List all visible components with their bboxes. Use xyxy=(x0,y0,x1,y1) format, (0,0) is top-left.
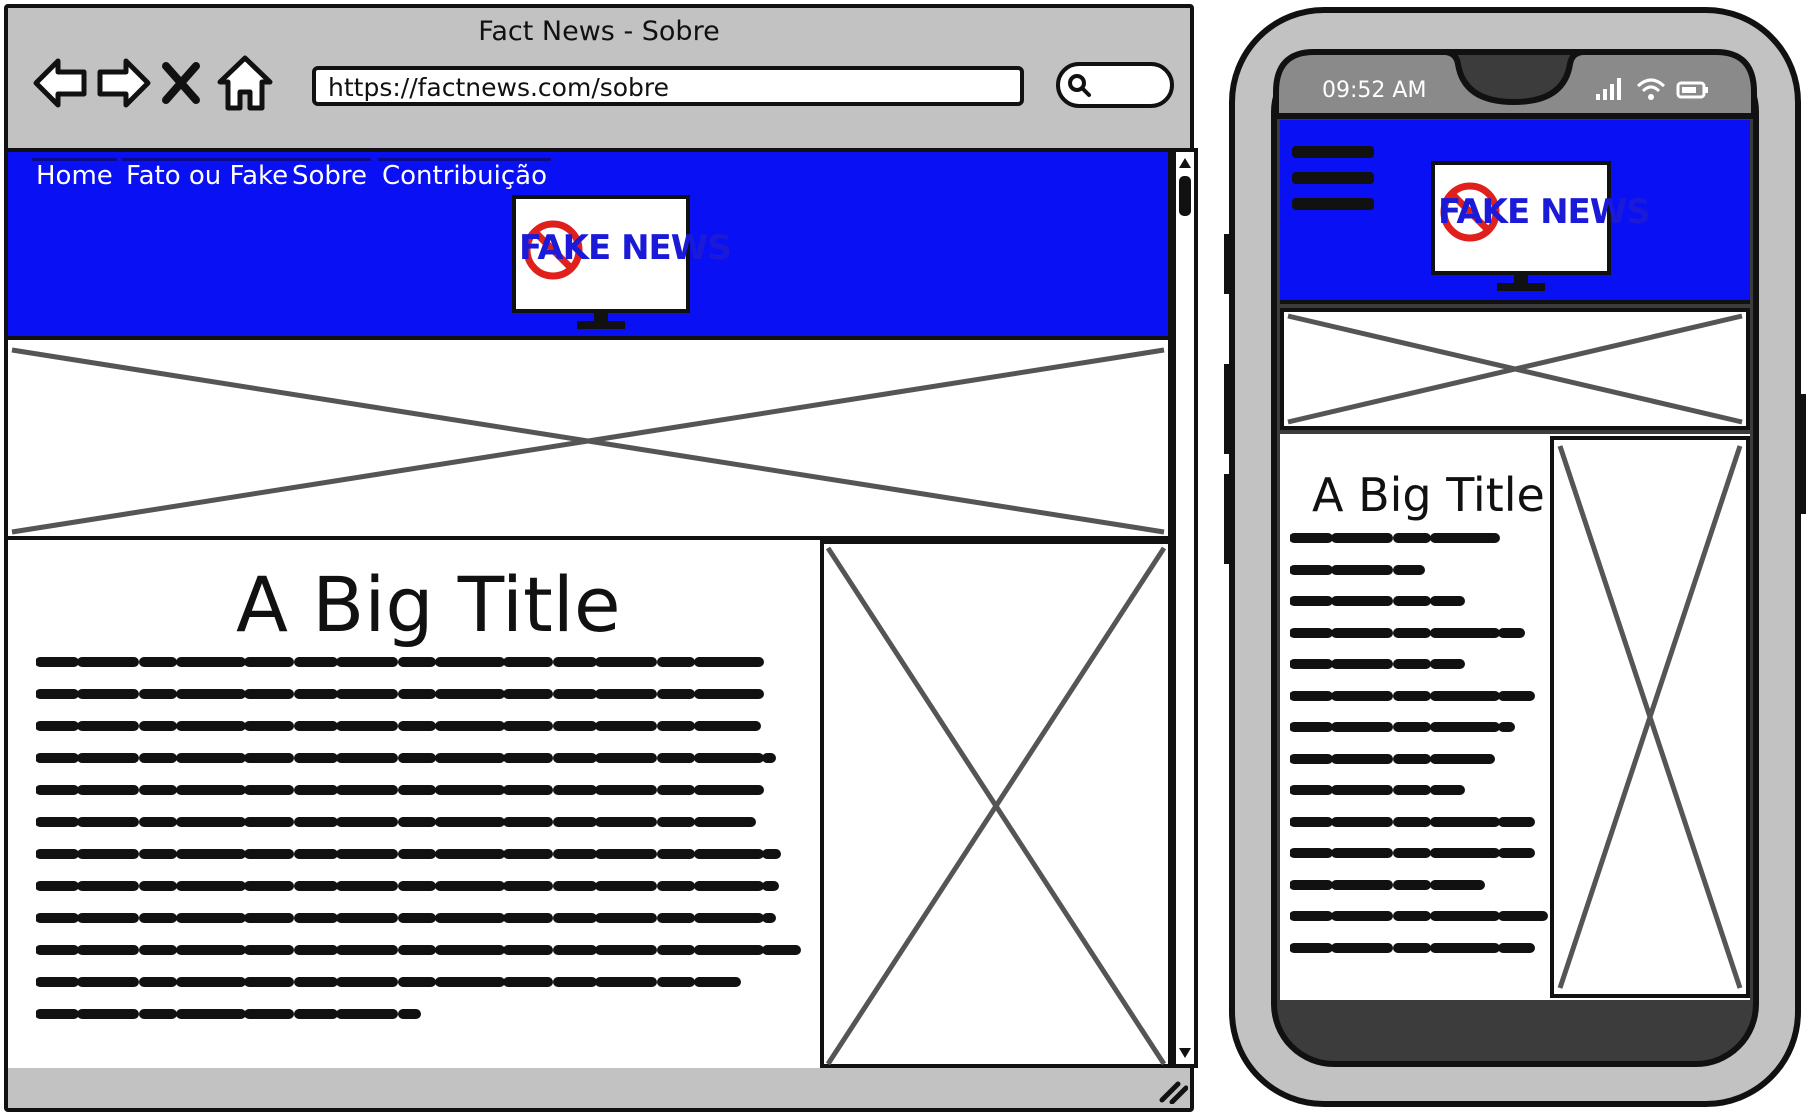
site-logo[interactable]: FAKE NEWS xyxy=(511,194,732,334)
wifi-icon xyxy=(1636,78,1666,100)
mobile-content-title: A Big Title xyxy=(1312,468,1545,522)
url-bar[interactable]: https://factnews.com/sobre xyxy=(312,66,1024,106)
status-time: 09:52 AM xyxy=(1322,78,1427,103)
scrollbar-graphic xyxy=(1179,158,1191,1058)
mobile-side-image-placeholder xyxy=(1550,436,1750,998)
vertical-scrollbar[interactable] xyxy=(1172,148,1198,1068)
nav-fato-ou-fake[interactable]: Fato ou Fake xyxy=(122,158,293,193)
nav-sobre[interactable]: Sobre xyxy=(288,158,372,193)
logo-text-fake: FAKE xyxy=(519,228,611,268)
content-title: A Big Title xyxy=(236,560,621,649)
nav-contribuicao[interactable]: Contribuição xyxy=(378,158,551,193)
back-arrow-icon[interactable] xyxy=(30,52,92,114)
browser-status-bar xyxy=(8,1072,1190,1108)
image-placeholder-icon xyxy=(11,347,1165,535)
browser-window: Fact News - Sobre https://factnews.com/s… xyxy=(4,4,1198,1112)
mobile-content-section: A Big Title xyxy=(1280,434,1750,1000)
hamburger-menu-icon[interactable] xyxy=(1290,142,1376,212)
image-placeholder-icon xyxy=(1287,313,1743,425)
logo-text-fake: FAKE xyxy=(1438,192,1530,232)
phone-frame: 09:52 AM FAKE NEWS A Big Title xyxy=(1224,4,1806,1112)
search-icon xyxy=(1068,74,1091,97)
mobile-placeholder-text-block xyxy=(1290,533,1550,953)
window-title: Fact News - Sobre xyxy=(478,16,720,47)
resize-grip-icon[interactable] xyxy=(1158,1080,1188,1104)
logo-text-news: NEWS xyxy=(1540,192,1651,232)
side-image-placeholder xyxy=(820,540,1168,1068)
site-header: Home Fato ou Fake Sobre Contribuição FAK… xyxy=(8,152,1168,340)
home-icon[interactable] xyxy=(214,52,276,114)
content-section: A Big Title xyxy=(8,540,1168,1068)
mobile-site-header: FAKE NEWS xyxy=(1280,120,1750,304)
hero-image-placeholder xyxy=(8,346,1168,540)
image-placeholder-icon xyxy=(825,546,1167,1066)
battery-icon xyxy=(1676,81,1708,99)
mobile-site-logo[interactable]: FAKE NEWS xyxy=(1430,160,1651,296)
signal-icon xyxy=(1596,78,1621,100)
image-placeholder-icon xyxy=(1557,445,1743,989)
placeholder-text-block xyxy=(36,657,801,1019)
logo-text-news: NEWS xyxy=(621,228,732,268)
nav-home[interactable]: Home xyxy=(32,158,117,193)
mobile-hero-image-placeholder xyxy=(1280,308,1750,430)
forward-arrow-icon[interactable] xyxy=(92,52,154,114)
browser-search-field[interactable] xyxy=(1056,62,1174,108)
stop-x-icon[interactable] xyxy=(158,52,206,114)
url-text: https://factnews.com/sobre xyxy=(328,73,670,102)
page-viewport: Home Fato ou Fake Sobre Contribuição FAK… xyxy=(8,148,1172,1068)
